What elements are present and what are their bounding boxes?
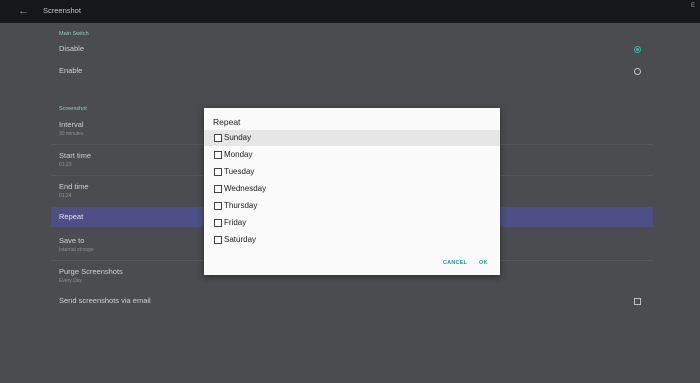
interval-value: 30 minutes — [59, 131, 84, 137]
checkbox-saturday[interactable] — [214, 236, 222, 244]
interval-title: Interval — [59, 120, 84, 129]
day-label: Tuesday — [224, 167, 255, 176]
app-bar-title: Screenshot — [43, 6, 81, 15]
day-label: Wednesday — [224, 184, 267, 193]
checkbox-friday[interactable] — [214, 219, 222, 227]
start-time-title: Start time — [59, 151, 92, 160]
save-to-value: Internal storage — [59, 247, 94, 253]
purge-title: Purge Screenshots — [59, 267, 123, 276]
radio-disable[interactable] — [634, 46, 641, 53]
app-bar: ← Screenshot E — [0, 0, 700, 23]
day-label: Friday — [224, 218, 247, 227]
option-disable-label: Disable — [59, 44, 85, 53]
day-option-sunday[interactable]: Sunday — [204, 130, 500, 146]
option-disable[interactable]: Disable — [51, 38, 653, 60]
end-time-title: End time — [59, 182, 89, 191]
section-screenshot: Screenshot — [59, 106, 87, 112]
day-label: Monday — [224, 150, 253, 159]
end-time-value: 01:24 — [59, 193, 72, 199]
checkbox-wednesday[interactable] — [214, 185, 222, 193]
checkbox-sunday[interactable] — [214, 134, 222, 142]
dialog-title: Repeat — [213, 117, 241, 127]
checkbox-thursday[interactable] — [214, 202, 222, 210]
day-option-tuesday[interactable]: Tuesday — [204, 164, 500, 180]
checkbox-tuesday[interactable] — [214, 168, 222, 176]
section-main-switch: Main Switch — [59, 31, 89, 37]
send-email-checkbox[interactable] — [634, 298, 641, 305]
day-option-wednesday[interactable]: Wednesday — [204, 181, 500, 197]
corner-text: E — [691, 3, 696, 9]
day-option-monday[interactable]: Monday — [204, 147, 500, 163]
day-option-saturday[interactable]: Saturday — [204, 232, 500, 248]
repeat-dialog: Repeat Sunday Monday Tuesday Wednesday T… — [204, 108, 500, 275]
day-label: Saturday — [224, 235, 257, 244]
day-label: Sunday — [224, 133, 252, 142]
radio-enable[interactable] — [634, 68, 641, 75]
repeat-title: Repeat — [59, 212, 84, 221]
send-email-title: Send screenshots via email — [59, 296, 151, 305]
day-option-friday[interactable]: Friday — [204, 215, 500, 231]
setting-send-email[interactable]: Send screenshots via email — [51, 291, 653, 311]
ok-button[interactable]: OK — [479, 260, 488, 267]
option-enable[interactable]: Enable — [51, 60, 653, 82]
checkbox-monday[interactable] — [214, 151, 222, 159]
start-time-value: 01:23 — [59, 162, 72, 168]
option-enable-label: Enable — [59, 66, 83, 75]
day-label: Thursday — [224, 201, 258, 210]
day-option-thursday[interactable]: Thursday — [204, 198, 500, 214]
cancel-button[interactable]: CANCEL — [443, 260, 467, 267]
purge-value: Every Day — [59, 278, 83, 284]
back-arrow-icon[interactable]: ← — [18, 4, 29, 18]
save-to-title: Save to — [59, 236, 85, 245]
